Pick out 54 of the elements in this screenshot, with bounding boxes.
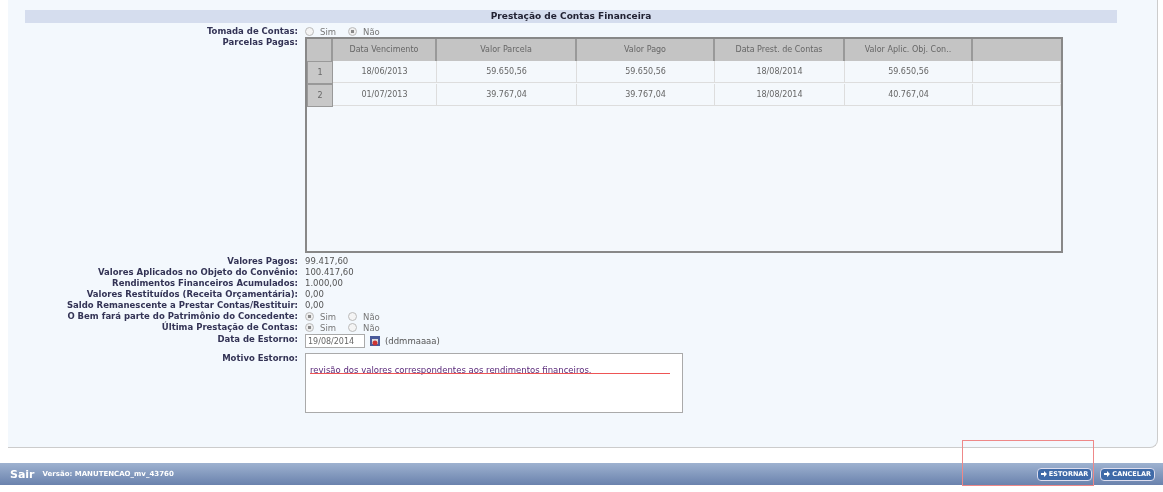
field-label: O Bem fará parte do Patrimônio do Concedente:: [66, 311, 298, 321]
column-header[interactable]: Valor Pago: [577, 39, 715, 61]
field-label: Valores Aplicados no Objeto do Convênio:: [97, 267, 298, 278]
field-value: 0,00: [305, 300, 325, 311]
radio-label: Sim: [320, 311, 337, 322]
radio-label: Sim: [320, 322, 337, 333]
exit-link[interactable]: Sair: [10, 467, 35, 481]
arrow-icon: [1040, 471, 1047, 477]
field-label: Parcelas Pagas:: [221, 37, 298, 48]
field-label: Tomada de Contas:: [205, 26, 298, 37]
radio-button[interactable]: [348, 27, 358, 36]
field-value: 99.417,60: [305, 256, 350, 267]
field-label: Data de Estorno:: [216, 334, 298, 345]
table-cell: 39.767,04: [577, 84, 715, 106]
column-header[interactable]: Data Prest. de Contas: [715, 39, 845, 61]
text-area[interactable]: revisão dos valores correspondentes aos rendimentos financeiros.: [305, 353, 683, 413]
radio-label: Não: [363, 311, 380, 322]
field-value: 1.000,00: [305, 278, 344, 289]
calendar-icon[interactable]: [369, 335, 381, 347]
table-cell: 59.650,56: [577, 61, 715, 83]
field-label: Valores Pagos:: [226, 256, 298, 267]
field-label: Valores Restituídos (Receita Orçamentária):: [85, 289, 298, 300]
field-label: Rendimentos Financeiros Acumulados:: [111, 278, 298, 289]
table-cell: 01/07/2013: [333, 84, 437, 106]
radio-label: Não: [363, 322, 380, 333]
section-title: Prestação de Contas Financeira: [25, 10, 1117, 23]
table-cell: 40.767,04: [845, 84, 973, 106]
table-cell: 18/08/2014: [715, 84, 845, 106]
radio-button[interactable]: [305, 27, 314, 36]
table-cell: 18/06/2013: [333, 61, 437, 83]
column-header[interactable]: Data Vencimento: [333, 39, 437, 61]
radio-label: Não: [363, 26, 380, 37]
arrow-icon: [1104, 471, 1111, 477]
radio-label: Sim: [320, 26, 337, 37]
radio-button[interactable]: [305, 323, 314, 332]
row-number: 1: [307, 61, 333, 84]
row-number: 2: [307, 84, 333, 107]
column-header[interactable]: Valor Parcela: [437, 39, 577, 61]
column-header[interactable]: Valor Aplic. Obj. Con..: [845, 39, 973, 61]
header-corner: [307, 39, 333, 61]
table-cell: 18/08/2014: [715, 61, 845, 83]
field-label: Saldo Remanescente a Prestar Contas/Restituir:: [65, 300, 298, 311]
table-cell: 59.650,56: [437, 61, 577, 83]
radio-button[interactable]: [305, 312, 314, 321]
table-cell: 39.767,04: [437, 84, 577, 106]
format-hint: (ddmmaaaa): [385, 335, 440, 347]
table-cell: 59.650,56: [845, 61, 973, 83]
radio-button[interactable]: [348, 323, 358, 332]
date-field[interactable]: 19/08/2014: [305, 334, 365, 348]
field-label: Motivo Estorno:: [221, 353, 298, 364]
field-value: 100.417,60: [305, 267, 355, 278]
field-value: 0,00: [305, 289, 325, 300]
field-label: Última Prestação de Contas:: [160, 322, 298, 333]
radio-button[interactable]: [348, 312, 358, 321]
